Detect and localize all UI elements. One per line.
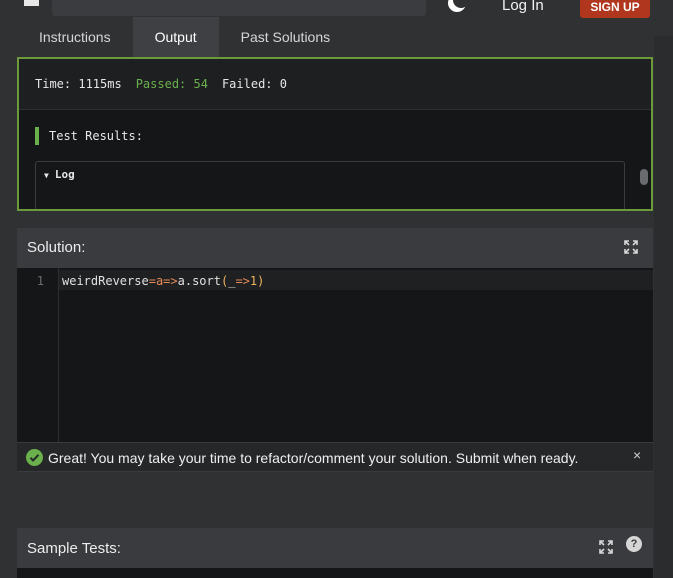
code-token: => <box>163 274 178 288</box>
test-stats: Time: 1115ms Passed: 54 Failed: 0 <box>19 59 651 110</box>
search-bar[interactable] <box>52 0 426 16</box>
log-box: ▼ Log <box>35 161 625 209</box>
code-token: a <box>177 274 185 288</box>
output-scrollbar[interactable] <box>640 169 648 185</box>
top-bar: Log In SIGN UP <box>0 0 673 18</box>
code-token: => <box>235 274 250 288</box>
sample-tests-editor[interactable] <box>17 568 653 578</box>
code-token: .sort <box>184 274 221 288</box>
signup-button[interactable]: SIGN UP <box>580 0 650 18</box>
alert-message: Great! You may take your time to refacto… <box>48 450 579 466</box>
login-link[interactable]: Log In <box>502 0 544 14</box>
test-results[interactable]: Test Results: ▼ Log <box>19 110 651 209</box>
solution-header: Solution: <box>17 228 653 268</box>
tab-output[interactable]: Output <box>132 17 219 57</box>
sample-tests-header: Sample Tests: ? <box>17 528 653 568</box>
line-number: 1 <box>36 274 44 288</box>
expand-icon[interactable] <box>624 240 638 254</box>
failed-stat: Failed: 0 <box>221 77 287 91</box>
solution-editor[interactable]: 1 weirdReverse=a=>a.sort(_=>1) <box>17 268 653 442</box>
code-line[interactable]: weirdReverse=a=>a.sort(_=>1) <box>62 274 264 288</box>
moon-icon[interactable] <box>446 0 468 14</box>
log-toggle[interactable]: ▼ Log <box>44 168 75 181</box>
success-alert: Great! You may take your time to refacto… <box>17 442 653 472</box>
code-token: ) <box>257 274 265 288</box>
output-panel: Time: 1115ms Passed: 54 Failed: 0 Test R… <box>17 57 653 211</box>
tab-bar: Instructions Output Past Solutions <box>17 17 352 57</box>
triangle-down-icon: ▼ <box>44 171 49 180</box>
tab-instructions[interactable]: Instructions <box>17 17 133 57</box>
code-token: weirdReverse <box>62 274 149 288</box>
line-gutter: 1 <box>17 268 59 442</box>
time-stat: Time: 1115ms <box>35 77 122 91</box>
results-title: Test Results: <box>35 127 143 145</box>
page-scrollbar[interactable] <box>654 36 673 578</box>
close-icon[interactable]: × <box>633 447 641 463</box>
check-circle-icon <box>26 449 43 466</box>
logo[interactable] <box>24 0 39 6</box>
code-token: = <box>148 274 156 288</box>
expand-icon[interactable] <box>599 540 613 554</box>
tab-past-solutions[interactable]: Past Solutions <box>219 17 353 57</box>
help-icon[interactable]: ? <box>626 536 642 552</box>
solution-title: Solution: <box>27 239 86 256</box>
passed-stat: Passed: 54 <box>135 77 208 91</box>
log-label: Log <box>54 168 75 181</box>
sample-tests-title: Sample Tests: <box>27 540 121 557</box>
